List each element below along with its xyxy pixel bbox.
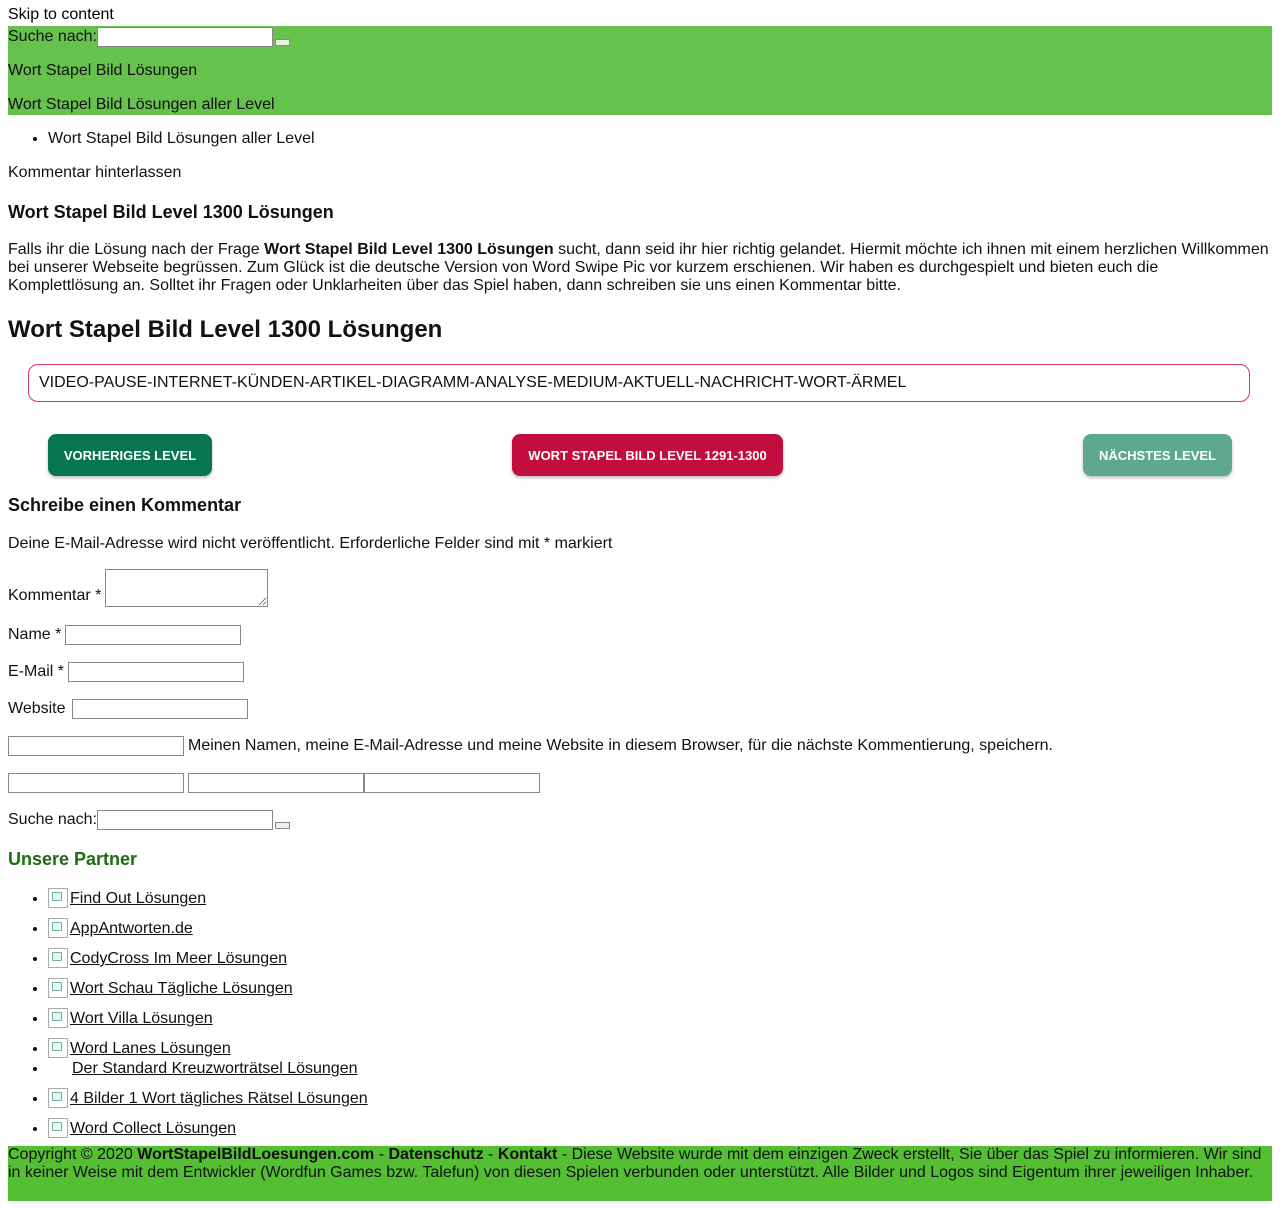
comment-notes: Deine E-Mail-Adresse wird nicht veröffen… [8, 535, 613, 552]
intro-bold-text: Wort Stapel Bild Level 1300 Lösungen [264, 241, 554, 258]
answer-box: VIDEO-PAUSE-INTERNET-KÜNDEN-ARTIKEL-DIAG… [28, 364, 1250, 402]
leave-comment-link[interactable]: Kommentar hinterlassen [8, 164, 181, 182]
partner-item[interactable]: CodyCross Im Meer Lösungen [48, 948, 368, 968]
cookies-consent-label: Meinen Namen, meine E-Mail-Adresse und m… [188, 737, 1053, 754]
sidebar-search-label: Suche nach: [8, 811, 97, 828]
partner-link[interactable]: Word Collect Lösungen [70, 1120, 236, 1137]
cookies-consent-row: Meinen Namen, meine E-Mail-Adresse und m… [8, 736, 1053, 756]
comment-label: Kommentar * [8, 587, 102, 604]
post-title: Wort Stapel Bild Level 1300 Lösungen [8, 202, 334, 222]
broken-image-icon [48, 978, 68, 998]
broken-image-icon [48, 888, 68, 908]
partner-item[interactable]: Wort Villa Lösungen [48, 1008, 368, 1028]
partner-link[interactable]: 4 Bilder 1 Wort tägliches Rätsel Lösunge… [70, 1090, 368, 1107]
skip-to-content-link[interactable]: Skip to content [8, 6, 114, 24]
partner-item[interactable]: Word Lanes Lösungen [48, 1038, 368, 1058]
name-field-row: Name * [8, 625, 242, 645]
cookies-consent-input[interactable] [8, 736, 184, 756]
header-search-button[interactable] [274, 38, 290, 46]
email-input[interactable] [68, 662, 245, 682]
sidebar-search-form: Suche nach: [8, 810, 290, 830]
broken-image-icon [48, 948, 68, 968]
partner-link[interactable]: Der Standard Kreuzworträtsel Lösungen [72, 1060, 358, 1077]
extra-input-1[interactable] [8, 773, 184, 793]
broken-image-icon [48, 1118, 68, 1138]
header-search-form: Suche nach: [8, 26, 290, 48]
broken-image-icon [48, 1088, 68, 1108]
extra-input-2[interactable] [188, 773, 364, 793]
partner-link[interactable]: Find Out Lösungen [70, 890, 206, 907]
broken-image-icon [48, 1038, 68, 1058]
comment-form-title: Schreibe einen Kommentar [8, 495, 242, 515]
footer-separator: - [374, 1146, 389, 1163]
partner-list: Find Out Lösungen AppAntworten.de CodyCr… [8, 886, 368, 1138]
previous-level-button[interactable]: VORHERIGES LEVEL [48, 434, 212, 476]
article-heading: Wort Stapel Bild Level 1300 Lösungen [8, 316, 443, 343]
partner-link[interactable]: Wort Schau Tägliche Lösungen [70, 980, 293, 997]
email-label: E-Mail * [8, 663, 65, 680]
partner-link[interactable]: Word Lanes Lösungen [70, 1040, 231, 1057]
website-label: Website [8, 700, 66, 717]
footer-separator: - [483, 1146, 498, 1163]
comment-field-row: Kommentar * [8, 569, 269, 607]
site-description: Wort Stapel Bild Lösungen aller Level [8, 96, 275, 113]
breadcrumb: Wort Stapel Bild Lösungen aller Level [8, 130, 315, 148]
extra-input-3[interactable] [364, 773, 540, 793]
broken-image-icon [48, 1008, 68, 1028]
name-input[interactable] [65, 625, 242, 645]
website-input[interactable] [71, 699, 248, 719]
footer-contact-link[interactable]: Kontakt [498, 1146, 558, 1163]
footer-site-link[interactable]: WortStapelBildLoesungen.com [137, 1146, 374, 1163]
site-header: Suche nach: Wort Stapel Bild Lösungen Wo… [8, 26, 1272, 115]
intro-text-before: Falls ihr die Lösung nach der Frage [8, 241, 265, 258]
partner-item[interactable]: Word Collect Lösungen [48, 1118, 368, 1138]
partner-item[interactable]: Find Out Lösungen [48, 888, 368, 908]
broken-image-icon [48, 918, 68, 938]
header-search-label: Suche nach: [8, 28, 97, 45]
sidebar-search-input[interactable] [96, 810, 273, 830]
partner-link[interactable]: CodyCross Im Meer Lösungen [70, 950, 287, 967]
intro-paragraph: Falls ihr die Lösung nach der Frage Wort… [8, 241, 1272, 295]
footer-copyright: Copyright © 2020 [8, 1146, 138, 1163]
breadcrumb-item[interactable]: Wort Stapel Bild Lösungen aller Level [48, 130, 315, 148]
partner-link[interactable]: AppAntworten.de [70, 920, 193, 937]
partner-item[interactable]: 4 Bilder 1 Wort tägliches Rätsel Lösunge… [48, 1088, 368, 1108]
extra-inputs-row [8, 773, 540, 793]
partner-link[interactable]: Wort Villa Lösungen [70, 1010, 213, 1027]
level-range-button[interactable]: WORT STAPEL BILD LEVEL 1291-1300 [512, 434, 783, 476]
email-field-row: E-Mail * [8, 662, 245, 682]
comment-textarea[interactable] [105, 569, 269, 607]
next-level-button[interactable]: NÄCHSTES LEVEL [1083, 434, 1232, 476]
site-footer: Copyright © 2020 WortStapelBildLoesungen… [8, 1146, 1272, 1201]
website-field-row: Website [8, 699, 248, 719]
partners-title: Unsere Partner [8, 849, 138, 869]
partner-item[interactable]: AppAntworten.de [48, 918, 368, 938]
header-search-input[interactable] [96, 27, 273, 47]
footer-privacy-link[interactable]: Datenschutz [388, 1146, 483, 1163]
name-label: Name * [8, 626, 62, 643]
partner-item[interactable]: Wort Schau Tägliche Lösungen [48, 978, 368, 998]
partner-item[interactable]: Der Standard Kreuzworträtsel Lösungen [48, 1060, 368, 1078]
site-title[interactable]: Wort Stapel Bild Lösungen [8, 62, 197, 80]
sidebar-search-button[interactable] [274, 821, 290, 829]
